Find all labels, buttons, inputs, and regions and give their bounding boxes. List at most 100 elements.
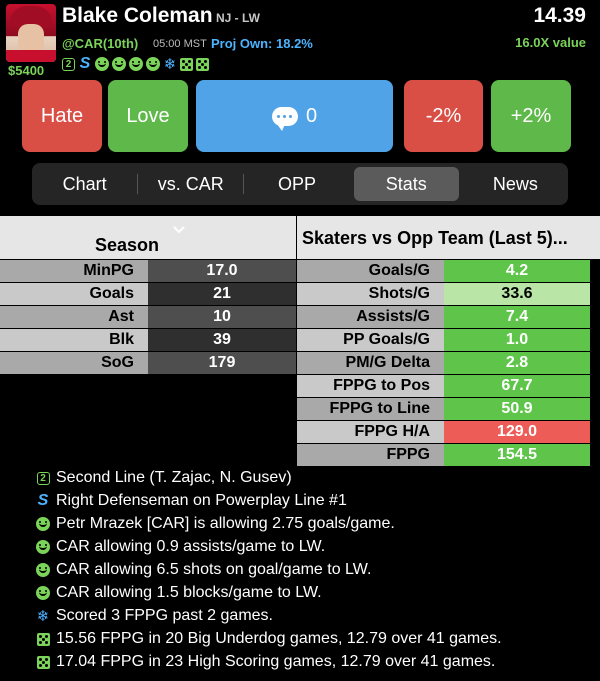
smile-icon <box>36 540 50 554</box>
team-position: NJ - LW <box>216 11 260 25</box>
note-text: Petr Mrazek [CAR] is allowing 2.75 goals… <box>56 515 395 532</box>
season-stat-value: 39 <box>148 329 296 351</box>
season-row: SoG 179 <box>0 352 296 374</box>
opp-stat-label: Shots/G <box>297 283 444 305</box>
powerplay-s-badge: S <box>79 55 91 72</box>
note-icon-wrap: 2 <box>36 471 50 485</box>
note-item: 17.04 FPPG in 23 High Scoring games, 12.… <box>36 653 495 671</box>
opp-stat-label: FPPG to Line <box>297 398 444 420</box>
smile-icon <box>129 57 143 71</box>
dice-icon <box>196 57 209 71</box>
note-text: CAR allowing 1.5 blocks/game to LW. <box>56 584 322 601</box>
note-item: Petr Mrazek [CAR] is allowing 2.75 goals… <box>36 515 395 533</box>
opp-row: PM/G Delta 2.8 <box>297 352 590 374</box>
hate-button[interactable]: Hate <box>22 80 102 152</box>
opp-row: PP Goals/G 1.0 <box>297 329 590 351</box>
note-text: 15.56 FPPG in 20 Big Underdog games, 12.… <box>56 630 502 647</box>
season-title: Season <box>95 235 160 255</box>
season-row: Blk 39 <box>0 329 296 351</box>
season-stat-value: 179 <box>148 352 296 374</box>
opp-stat-value: 129.0 <box>444 421 590 443</box>
opp-stat-value: 154.5 <box>444 444 590 466</box>
note-icon-wrap <box>36 517 50 531</box>
line-2-badge: 2 <box>36 471 50 485</box>
note-item: CAR allowing 1.5 blocks/game to LW. <box>36 584 322 602</box>
season-stat-label: Goals <box>0 283 148 305</box>
value-multiplier: 16.0X value <box>515 35 586 50</box>
matchup: @CAR(10th) <box>62 36 139 51</box>
smile-icon <box>95 57 109 71</box>
opp-stat-label: Assists/G <box>297 306 444 328</box>
opp-stat-label: PP Goals/G <box>297 329 444 351</box>
opp-row: Shots/G 33.6 <box>297 283 590 305</box>
game-time: 05:00 MST <box>153 38 207 50</box>
opp-stat-value: 33.6 <box>444 283 590 305</box>
smile-icon <box>36 563 50 577</box>
projected-ownership: Proj Own: 18.2% <box>211 36 313 51</box>
season-stat-label: SoG <box>0 352 148 374</box>
season-row: Ast 10 <box>0 306 296 328</box>
note-item: S Right Defenseman on Powerplay Line #1 <box>36 492 347 510</box>
opp-stat-value: 4.2 <box>444 260 590 282</box>
dice-icon <box>36 655 50 669</box>
comment-icon <box>271 106 298 131</box>
note-text: Second Line (T. Zajac, N. Gusev) <box>56 469 292 486</box>
opp-row: FPPG 154.5 <box>297 444 590 466</box>
season-row: MinPG 17.0 <box>0 260 296 282</box>
opp-stat-label: FPPG to Pos <box>297 375 444 397</box>
opp-stat-label: FPPG <box>297 444 444 466</box>
chevron-down-icon[interactable] <box>173 224 185 236</box>
opp-stat-value: 50.9 <box>444 398 590 420</box>
note-icon-wrap: ❄ <box>36 607 50 625</box>
opp-stat-label: PM/G Delta <box>297 352 444 374</box>
projected-score: 14.39 <box>533 4 586 27</box>
smile-icon <box>112 57 126 71</box>
comments-button[interactable]: 0 <box>196 80 393 152</box>
season-stat-label: Ast <box>0 306 148 328</box>
note-icon-wrap: S <box>36 492 50 510</box>
player-name: Blake Coleman <box>62 4 213 27</box>
tab-opp[interactable]: OPP <box>244 167 349 201</box>
note-icon-wrap <box>36 632 50 646</box>
snowflake-icon: ❄ <box>163 56 177 73</box>
opp-row: Assists/G 7.4 <box>297 306 590 328</box>
plus-2-percent-button[interactable]: +2% <box>491 80 571 152</box>
note-icon-wrap <box>36 563 50 577</box>
season-row: Goals 21 <box>0 283 296 305</box>
line-2-badge: 2 <box>62 57 75 71</box>
opp-stat-value: 67.7 <box>444 375 590 397</box>
opp-stat-value: 2.8 <box>444 352 590 374</box>
powerplay-s-badge: S <box>37 492 49 509</box>
opp-row: FPPG to Line 50.9 <box>297 398 590 420</box>
season-stat-label: Blk <box>0 329 148 351</box>
note-text: Scored 3 FPPG past 2 games. <box>56 607 273 624</box>
opp-stat-label: FPPG H/A <box>297 421 444 443</box>
tab-vs-car[interactable]: vs. CAR <box>138 167 243 201</box>
season-stat-value: 17.0 <box>148 260 296 282</box>
note-text: CAR allowing 0.9 assists/game to LW. <box>56 538 326 555</box>
minus-2-percent-button[interactable]: -2% <box>404 80 483 152</box>
note-item: CAR allowing 6.5 shots on goal/game to L… <box>36 561 371 579</box>
tab-bar: Chart vs. CAR OPP Stats News <box>32 163 568 205</box>
note-text: CAR allowing 6.5 shots on goal/game to L… <box>56 561 372 578</box>
tab-chart[interactable]: Chart <box>32 167 137 201</box>
opp-row: FPPG to Pos 67.7 <box>297 375 590 397</box>
season-stat-value: 21 <box>148 283 296 305</box>
opp-row: FPPG H/A 129.0 <box>297 421 590 443</box>
smile-icon <box>146 57 160 71</box>
opp-stat-value: 7.4 <box>444 306 590 328</box>
note-icon-wrap <box>36 586 50 600</box>
note-item: CAR allowing 0.9 assists/game to LW. <box>36 538 325 556</box>
note-icon-wrap <box>36 655 50 669</box>
snowflake-icon: ❄ <box>36 608 50 625</box>
opp-row: Goals/G 4.2 <box>297 260 590 282</box>
tab-stats[interactable]: Stats <box>353 167 459 201</box>
opp-stat-value: 1.0 <box>444 329 590 351</box>
dice-icon <box>180 57 193 71</box>
smile-icon <box>36 517 50 531</box>
season-stat-value: 10 <box>148 306 296 328</box>
note-text: Right Defenseman on Powerplay Line #1 <box>56 492 347 509</box>
love-button[interactable]: Love <box>108 80 188 152</box>
season-stat-label: MinPG <box>0 260 148 282</box>
tab-news[interactable]: News <box>463 167 568 201</box>
